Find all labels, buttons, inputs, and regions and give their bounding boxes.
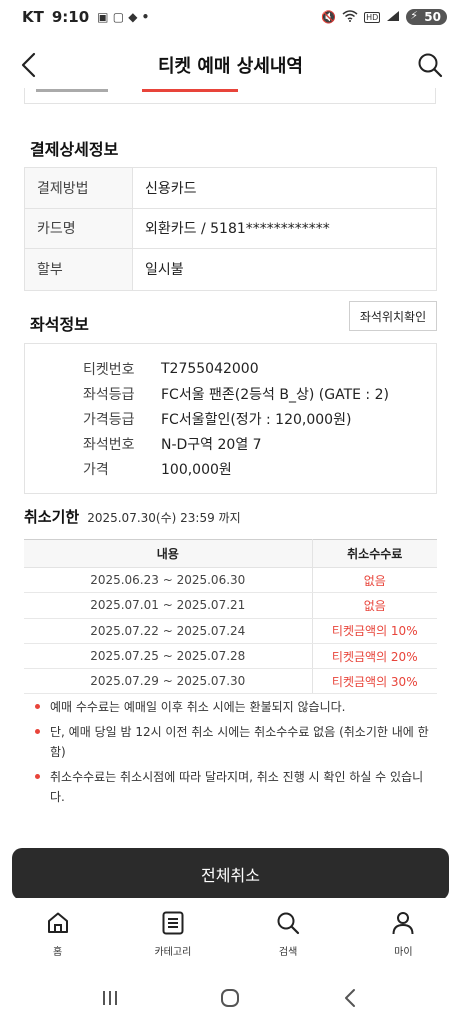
home-circle-icon[interactable]: [219, 987, 241, 1009]
nav-item-category[interactable]: 카테고리: [115, 898, 230, 970]
notice-list: 예매 수수료는 예매일 이후 취소 시에는 환불되지 않습니다. 단, 예매 당…: [34, 697, 434, 812]
seat-info-box: 티켓번호 T2755042000 좌석등급 FC서울 팬존(2등석 B_상) (…: [24, 343, 437, 494]
seat-value: FC서울할인(정가 : 120,000원): [161, 411, 352, 428]
payment-row: 카드명 외환카드 / 5181************: [25, 208, 436, 249]
table-row: 2025.06.23 ~ 2025.06.30 없음: [24, 567, 437, 594]
fee-period: 2025.06.23 ~ 2025.06.30: [24, 567, 313, 594]
carrier-label: KT: [22, 8, 44, 26]
bullet-dot-icon: [35, 774, 40, 779]
notification-icon: ▣ ▢ ◆ •: [97, 10, 150, 24]
seat-label: 좌석번호: [83, 436, 135, 453]
seat-location-button[interactable]: 좌석위치확인: [349, 301, 437, 331]
search-icon[interactable]: [415, 50, 445, 80]
seat-value: FC서울 팬존(2등석 B_상) (GATE : 2): [161, 386, 389, 403]
seat-value: T2755042000: [161, 360, 259, 377]
fee-value: 없음: [312, 592, 437, 619]
fee-value: 없음: [312, 567, 437, 594]
table-row: 2025.07.25 ~ 2025.07.28 티켓금액의 20%: [24, 643, 437, 670]
fee-value: 티켓금액의 30%: [312, 668, 437, 695]
back-arrow-icon[interactable]: [16, 50, 44, 80]
notice-text: 단, 예매 당일 밤 12시 이전 취소 시에는 취소수수료 없음 (취소기한 …: [50, 725, 429, 759]
nav-item-my[interactable]: 마이: [346, 898, 461, 970]
payment-label: 카드명: [25, 208, 133, 248]
table-row: 2025.07.01 ~ 2025.07.21 없음: [24, 592, 437, 619]
clock: 9:10: [51, 8, 90, 26]
nav-label: 검색: [278, 947, 298, 958]
battery-indicator: 50: [406, 9, 447, 25]
payment-value: 외환카드 / 5181************: [145, 221, 330, 238]
payment-row: 할부 일시불: [25, 249, 436, 290]
fee-header-fee: 취소수수료: [312, 539, 437, 568]
home-icon: [47, 912, 68, 933]
seat-value: N-D구역 20열 7: [161, 436, 262, 453]
fee-value: 티켓금액의 10%: [312, 618, 437, 644]
payment-label: 할부: [25, 249, 133, 290]
notice-item: 예매 수수료는 예매일 이후 취소 시에는 환불되지 않습니다.: [34, 697, 434, 717]
hd-icon: HD: [364, 11, 381, 23]
cancel-deadline-value: 2025.07.30(수) 23:59 까지: [87, 511, 241, 525]
cancel-deadline-title: 취소기한: [24, 508, 80, 526]
bullet-dot-icon: [35, 704, 40, 709]
fee-period: 2025.07.01 ~ 2025.07.21: [24, 592, 313, 619]
nav-label: 홈: [53, 947, 63, 958]
notice-text: 취소수수료는 취소시점에 따라 달라지며, 취소 진행 시 확인 하실 수 있습…: [50, 770, 424, 804]
seat-row: 티켓번호 T2755042000: [83, 356, 436, 381]
signal-icon: [386, 10, 400, 25]
seat-row: 가격등급 FC서울할인(정가 : 120,000원): [83, 406, 436, 431]
seat-section-title: 좌석정보: [30, 315, 89, 334]
payment-table: 결제방법 신용카드 카드명 외환카드 / 5181************ 할부…: [24, 167, 437, 291]
fee-period: 2025.07.22 ~ 2025.07.24: [24, 618, 313, 644]
system-navigation-bar: [0, 978, 461, 1018]
seat-label: 가격: [83, 461, 109, 478]
seat-row: 좌석번호 N-D구역 20열 7: [83, 431, 436, 456]
recent-apps-icon[interactable]: [99, 987, 121, 1009]
seat-label: 좌석등급: [83, 386, 135, 403]
payment-value: 일시불: [145, 262, 184, 279]
nav-label: 마이: [394, 947, 413, 958]
fee-header-period: 내용: [24, 539, 313, 568]
nav-item-home[interactable]: 홈: [0, 898, 115, 970]
search-icon: [277, 912, 300, 935]
fee-period: 2025.07.29 ~ 2025.07.30: [24, 668, 313, 695]
mute-icon: 🔇: [321, 10, 337, 24]
status-bar: KT 9:10 ▣ ▢ ◆ • 🔇 HD 50: [0, 0, 461, 34]
category-list-icon: [162, 911, 184, 935]
table-row: 2025.07.29 ~ 2025.07.30 티켓금액의 30%: [24, 668, 437, 695]
payment-label: 결제방법: [25, 168, 133, 208]
person-icon: [392, 912, 414, 935]
payment-section-title: 결제상세정보: [30, 140, 119, 159]
nav-label: 카테고리: [154, 947, 192, 958]
cancel-deadline: 취소기한 2025.07.30(수) 23:59 까지: [24, 506, 241, 527]
payment-row: 결제방법 신용카드: [25, 168, 436, 209]
page-header: 티켓 예매 상세내역: [0, 34, 461, 96]
seat-row: 좌석등급 FC서울 팬존(2등석 B_상) (GATE : 2): [83, 381, 436, 406]
nav-item-search[interactable]: 검색: [231, 898, 346, 970]
notice-text: 예매 수수료는 예매일 이후 취소 시에는 환불되지 않습니다.: [50, 700, 346, 714]
seat-label: 가격등급: [83, 411, 135, 428]
fee-period: 2025.07.25 ~ 2025.07.28: [24, 643, 313, 670]
page-title: 티켓 예매 상세내역: [157, 56, 303, 77]
wifi-icon: [342, 9, 358, 25]
cutoff-previous-row: [24, 88, 436, 104]
system-back-icon[interactable]: [340, 987, 362, 1009]
bullet-dot-icon: [35, 729, 40, 734]
fee-value: 티켓금액의 20%: [312, 643, 437, 670]
seat-row: 가격 100,000원: [83, 456, 436, 481]
table-row: 2025.07.22 ~ 2025.07.24 티켓금액의 10%: [24, 618, 437, 644]
cancel-fee-table: 내용 취소수수료 2025.06.23 ~ 2025.06.30 없음 2025…: [24, 539, 437, 695]
seat-value: 100,000원: [161, 461, 232, 478]
payment-value: 신용카드: [145, 180, 197, 197]
seat-label: 티켓번호: [83, 361, 135, 378]
notice-item: 단, 예매 당일 밤 12시 이전 취소 시에는 취소수수료 없음 (취소기한 …: [34, 722, 434, 762]
notice-item: 취소수수료는 취소시점에 따라 달라지며, 취소 진행 시 확인 하실 수 있습…: [34, 767, 434, 807]
fee-table-header-row: 내용 취소수수료: [24, 539, 437, 568]
bottom-navigation: 홈 카테고리 검색 마이: [0, 898, 461, 970]
cancel-all-button[interactable]: 전체취소: [12, 848, 449, 900]
